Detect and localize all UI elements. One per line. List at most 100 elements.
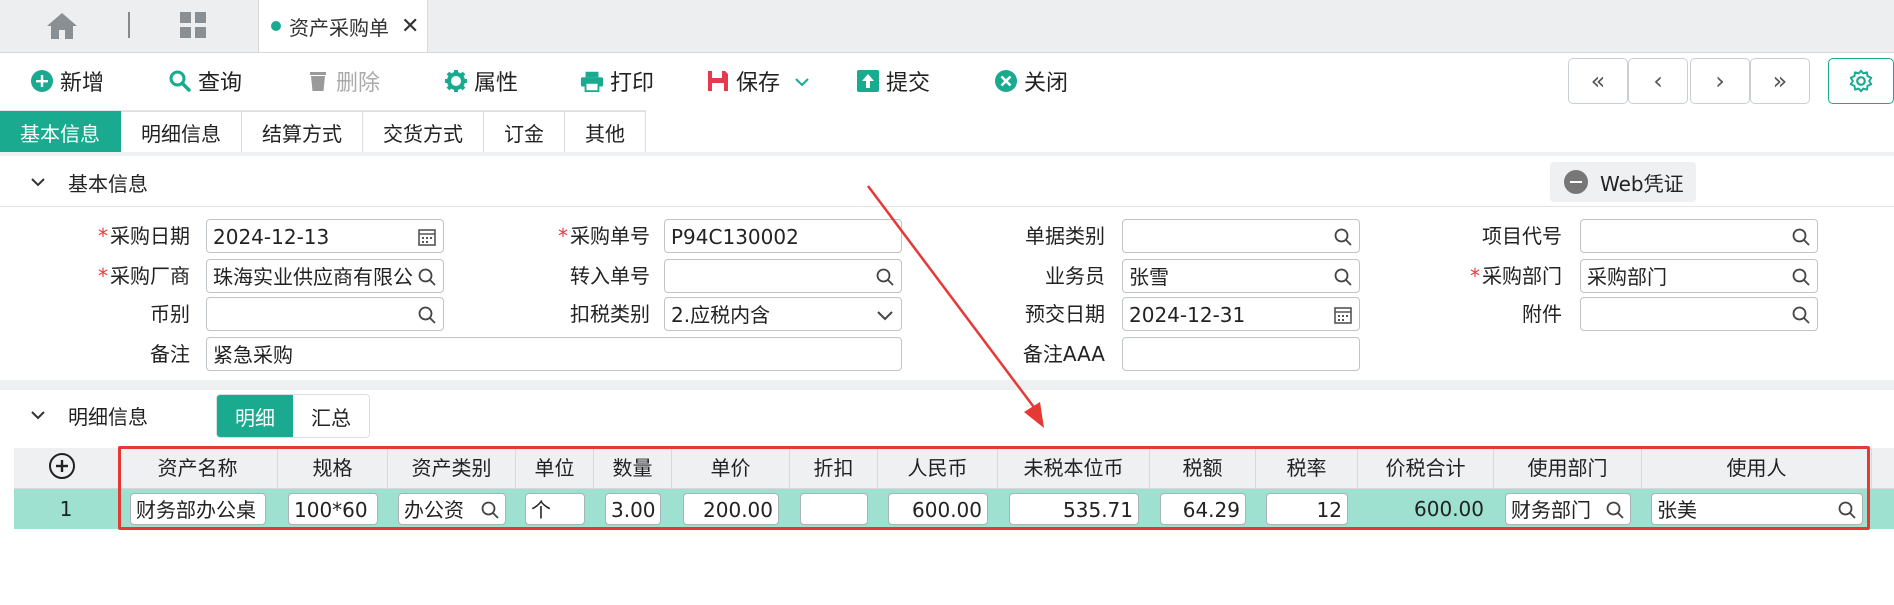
- submit-label: 提交: [886, 71, 931, 96]
- properties-button[interactable]: 属性: [444, 63, 518, 99]
- salesperson-field[interactable]: 张雪: [1122, 259, 1360, 293]
- search-icon[interactable]: [875, 267, 895, 287]
- transfer-no-field[interactable]: [664, 259, 902, 293]
- attachment-field[interactable]: [1580, 297, 1818, 331]
- divider: [0, 206, 1894, 207]
- salesperson-label: 业务员: [1045, 264, 1105, 288]
- search-icon: [168, 69, 192, 93]
- purchase-date-field[interactable]: 2024-12-13: [206, 219, 444, 253]
- row-number: 1: [59, 497, 73, 521]
- tab-asset-purchase-order[interactable]: 资产采购单 ✕: [258, 0, 428, 52]
- tab-detail-info[interactable]: 明细信息: [121, 111, 242, 153]
- close-button[interactable]: 关闭: [994, 63, 1068, 99]
- vendor-label: * 采购厂商: [98, 264, 190, 288]
- purchase-dept-field[interactable]: 采购部门: [1580, 259, 1818, 293]
- plus-circle-icon: [30, 69, 54, 93]
- expected-date-field[interactable]: 2024-12-31: [1122, 297, 1360, 331]
- tab-deposit[interactable]: 订金: [484, 111, 565, 153]
- home-icon[interactable]: [44, 10, 80, 42]
- chevron-down-icon[interactable]: [875, 305, 895, 325]
- chevron-down-icon: [31, 178, 45, 187]
- section-separator: [0, 152, 1894, 156]
- search-icon[interactable]: [1791, 267, 1811, 287]
- purchase-dept-label: * 采购部门: [1470, 264, 1562, 288]
- search-icon[interactable]: [1791, 227, 1811, 247]
- section-tabs: 基本信息 明细信息 结算方式 交货方式 订金 其他: [0, 110, 646, 153]
- tab-divider: [128, 12, 130, 38]
- purchase-date-label: * 采购日期: [98, 224, 190, 248]
- doc-type-field[interactable]: [1122, 219, 1360, 253]
- purchase-no-field[interactable]: P94C130002: [664, 219, 902, 253]
- add-button[interactable]: 新增: [30, 63, 104, 99]
- gear-icon: [444, 69, 468, 93]
- upload-icon: [856, 69, 880, 93]
- search-icon[interactable]: [417, 305, 437, 325]
- query-button[interactable]: 查询: [168, 63, 242, 99]
- tab-settlement[interactable]: 结算方式: [242, 111, 363, 153]
- currency-field[interactable]: [206, 297, 444, 331]
- tab-delivery[interactable]: 交货方式: [363, 111, 484, 153]
- tab-other[interactable]: 其他: [565, 111, 646, 153]
- nav-first-button[interactable]: «: [1568, 58, 1628, 104]
- transfer-no-label: 转入单号: [570, 264, 650, 288]
- detail-view-tabs: 明细 汇总: [216, 394, 370, 438]
- currency-label: 币别: [150, 302, 190, 326]
- active-tab-dot: [271, 21, 281, 31]
- web-voucher-label: Web凭证: [1600, 171, 1684, 196]
- expected-date-label: 预交日期: [1025, 302, 1105, 326]
- close-icon[interactable]: ✕: [401, 14, 419, 39]
- close-circle-icon: [994, 69, 1018, 93]
- print-label: 打印: [610, 71, 655, 96]
- properties-label: 属性: [474, 71, 519, 96]
- calendar-icon[interactable]: [1333, 305, 1353, 325]
- query-label: 查询: [198, 71, 243, 96]
- project-code-field[interactable]: [1580, 219, 1818, 253]
- add-label: 新增: [60, 71, 105, 96]
- tax-type-select[interactable]: 2.应税内含: [664, 297, 902, 331]
- minus-circle-icon: [1564, 170, 1588, 194]
- annotation-highlight-box: [118, 446, 1870, 530]
- tab-summary[interactable]: 汇总: [293, 395, 369, 437]
- search-icon[interactable]: [1333, 227, 1353, 247]
- tab-title: 资产采购单: [289, 15, 389, 40]
- calendar-icon[interactable]: [417, 227, 437, 247]
- submit-button[interactable]: 提交: [856, 63, 930, 99]
- settings-button[interactable]: [1828, 58, 1894, 104]
- delete-label: 删除: [336, 71, 381, 96]
- chevron-down-icon: [31, 411, 45, 420]
- attachment-label: 附件: [1522, 302, 1562, 326]
- save-disk-icon: [706, 69, 730, 93]
- nav-prev-button[interactable]: ‹: [1628, 58, 1688, 104]
- section-separator: [0, 380, 1894, 390]
- project-code-label: 项目代号: [1482, 224, 1562, 248]
- web-voucher-button[interactable]: Web凭证: [1550, 162, 1696, 202]
- save-button[interactable]: 保存: [706, 63, 810, 99]
- remark-aaa-field[interactable]: [1122, 337, 1360, 371]
- search-icon[interactable]: [417, 267, 437, 287]
- search-icon[interactable]: [1333, 267, 1353, 287]
- settings-gear-icon: [1849, 69, 1873, 93]
- print-button[interactable]: 打印: [580, 63, 654, 99]
- remark-field[interactable]: 紧急采购: [206, 337, 902, 371]
- purchase-no-label: * 采购单号: [558, 224, 650, 248]
- tab-detail[interactable]: 明细: [217, 395, 293, 437]
- save-label: 保存: [736, 71, 781, 96]
- remark-label: 备注: [150, 342, 190, 366]
- grid-menu-icon[interactable]: [178, 10, 208, 40]
- section-title: 明细信息: [68, 404, 148, 429]
- tab-basic-info[interactable]: 基本信息: [0, 111, 121, 153]
- nav-last-button[interactable]: »: [1750, 58, 1810, 104]
- add-row-icon[interactable]: [48, 452, 76, 480]
- vendor-field[interactable]: 珠海实业供应商有限公: [206, 259, 444, 293]
- printer-icon: [580, 69, 604, 93]
- tax-type-label: 扣税类别: [570, 302, 650, 326]
- remark-aaa-label: 备注AAA: [1022, 342, 1105, 366]
- nav-next-button[interactable]: ›: [1690, 58, 1750, 104]
- doc-type-label: 单据类别: [1025, 224, 1105, 248]
- trash-icon: [306, 69, 330, 93]
- chevron-down-icon[interactable]: [794, 69, 810, 94]
- close-label: 关闭: [1024, 71, 1069, 96]
- search-icon[interactable]: [1791, 305, 1811, 325]
- delete-button[interactable]: 删除: [306, 63, 380, 99]
- section-title: 基本信息: [68, 171, 148, 196]
